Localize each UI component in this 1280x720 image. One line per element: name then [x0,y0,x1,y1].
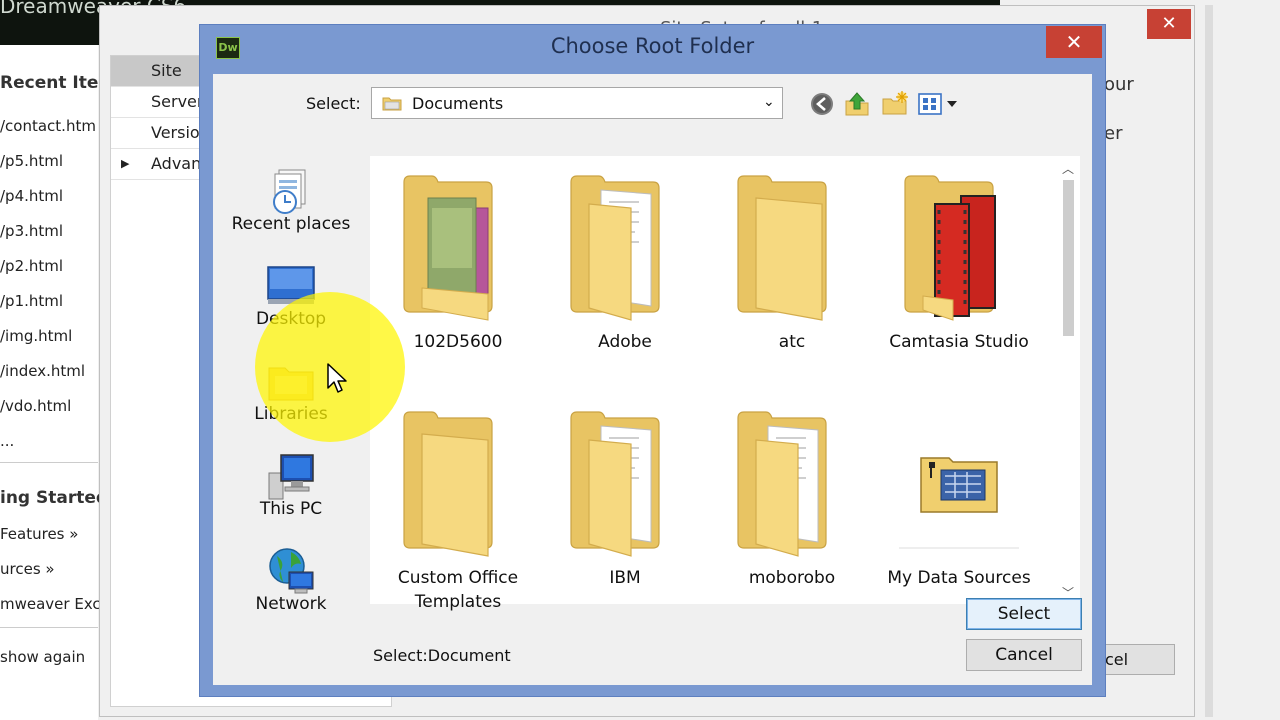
site-setup-text: our [1104,74,1134,95]
scroll-up-icon[interactable]: ︿ [1062,160,1074,177]
back-icon[interactable] [808,91,836,117]
folder-label: Adobe [598,332,652,352]
folder-label: IBM [609,568,641,588]
folder-icon [737,411,827,557]
folder-icon [570,175,660,321]
recent-item[interactable]: /p4.html [0,187,63,205]
mouse-pointer-icon [327,363,347,393]
scroll-thumb[interactable] [1063,180,1074,336]
selection-status: Select:Document [373,646,511,665]
look-in-label: Select: [306,94,361,113]
folder-list[interactable]: 102D5600 Adobe atc Camtasia Studio Custom Of… [370,156,1058,612]
recent-item[interactable]: /index.html [0,362,85,380]
folder-icon [570,411,660,557]
site-setup-cancel-button[interactable]: cel [1094,644,1175,675]
look-in-dropdown[interactable]: Documents ⌄ [371,87,783,119]
folder-item[interactable]: My Data Sources [879,396,1039,606]
folder-label: Camtasia Studio [889,332,1029,352]
getting-started-heading: ing Started [0,488,109,508]
place-label: Network [255,594,327,614]
place-network[interactable]: Network [221,546,361,636]
place-recent-places[interactable]: Recent places [221,166,361,256]
vertical-scrollbar[interactable]: ︿ ﹀ [1058,156,1080,604]
folder-label: moborobo [748,568,836,588]
category-label: Advan [151,154,202,173]
recent-item[interactable]: ... [0,432,14,450]
recent-item[interactable]: /p1.html [0,292,63,310]
network-icon [269,548,314,594]
folder-label: Custom Office Templates [397,568,519,612]
place-this-pc[interactable]: This PC [221,451,361,541]
welcome-link[interactable]: urces » [0,560,55,578]
folder-icon [382,97,402,111]
recent-item[interactable]: /p3.html [0,222,63,240]
recent-items-heading: Recent Iter [0,73,107,93]
folder-icon [403,411,493,557]
recent-item[interactable]: /p5.html [0,152,63,170]
look-in-value: Documents [412,94,504,113]
view-menu-icon[interactable] [916,91,962,117]
dont-show-again-checkbox[interactable]: show again [0,648,85,666]
folder-icon [737,175,827,321]
recent-item[interactable]: /img.html [0,327,72,345]
folder-label: atc [778,332,806,352]
folder-icon [904,175,996,321]
folder-item[interactable]: atc [712,160,872,370]
divider [0,462,98,463]
folder-label: My Data Sources [887,568,1031,588]
welcome-link[interactable]: Features » [0,525,78,543]
welcome-screen: Recent Iter /contact.htm/p5.html/p4.html… [0,45,108,720]
recent-item[interactable]: /vdo.html [0,397,71,415]
divider [0,627,98,628]
close-icon[interactable]: ✕ [1046,26,1102,58]
new-folder-icon[interactable] [881,91,909,117]
folder-item[interactable]: Custom Office Templates [378,396,538,612]
recent-item[interactable]: /p2.html [0,257,63,275]
cancel-button[interactable]: Cancel [966,639,1082,671]
site-setup-text: er [1104,123,1123,144]
dialog-title: Choose Root Folder [550,34,755,58]
expand-arrow-icon[interactable]: ▶ [121,149,129,179]
select-button[interactable]: Select [966,598,1082,630]
place-label: This PC [259,499,323,519]
data-sources-icon [899,404,1019,549]
place-label: Recent places [231,214,351,234]
close-icon[interactable]: ✕ [1147,9,1191,39]
recent-places-icon [273,169,306,214]
this-pc-icon [268,454,314,500]
folder-icon [403,175,493,321]
chevron-down-icon[interactable]: ⌄ [763,94,775,110]
recent-item[interactable]: /contact.htm [0,117,96,135]
folder-item[interactable]: Camtasia Studio [879,160,1039,370]
folder-item[interactable]: moborobo [712,396,872,606]
scrollbar[interactable] [1205,5,1213,717]
folder-item[interactable]: IBM [545,396,705,606]
welcome-link[interactable]: mweaver Exc [0,595,101,613]
folder-item[interactable]: 102D5600 [378,160,538,370]
up-folder-icon[interactable] [843,91,871,117]
folder-item[interactable]: Adobe [545,160,705,370]
